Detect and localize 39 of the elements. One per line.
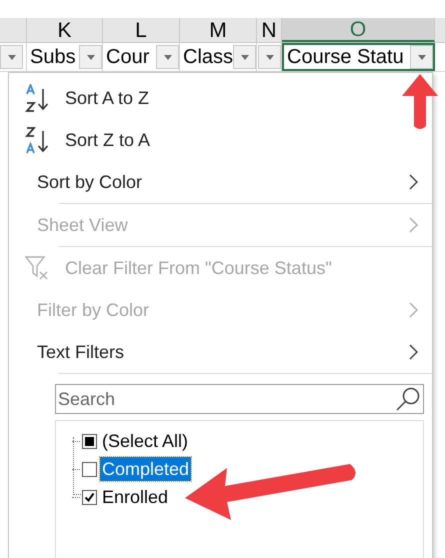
caret-icon: [418, 54, 426, 60]
dropdown-button[interactable]: [233, 45, 256, 69]
header-cell[interactable]: Course Statu: [282, 43, 435, 71]
checkbox[interactable]: [82, 434, 97, 448]
caret-icon: [266, 54, 274, 60]
dropdown-button[interactable]: [0, 45, 23, 69]
menu-item[interactable]: Sort by Color: [9, 161, 432, 203]
dropdown-button[interactable]: [410, 45, 433, 69]
menu-item[interactable]: Text Filters: [9, 331, 432, 373]
header-cell[interactable]: Subs: [27, 43, 103, 71]
chevron-right-icon: [409, 174, 418, 190]
search-icon: [395, 386, 421, 412]
value-item[interactable]: Completed: [100, 457, 192, 481]
column-header[interactable]: M: [180, 18, 257, 42]
pointer-arrow: [400, 74, 440, 132]
checkbox[interactable]: [82, 462, 97, 476]
value-item[interactable]: Enrolled: [100, 485, 170, 509]
checkbox[interactable]: [82, 490, 97, 504]
dropdown-button[interactable]: [79, 45, 102, 69]
value-item[interactable]: (Select All): [100, 429, 190, 453]
chevron-right-icon: [409, 217, 418, 233]
dropdown-button[interactable]: [156, 45, 179, 69]
column-header[interactable]: L: [103, 18, 180, 42]
search-field[interactable]: Search: [55, 384, 424, 414]
menu-item[interactable]: Sort A to Z: [9, 77, 432, 119]
menu-item[interactable]: Sort Z to A: [9, 119, 432, 161]
tree-line: [73, 437, 81, 495]
header-cell[interactable]: Class: [180, 43, 257, 71]
caret-icon: [240, 54, 248, 60]
chevron-right-icon: [409, 344, 418, 360]
clear-filter-icon: [25, 255, 49, 281]
chevron-right-icon: [409, 302, 418, 318]
caret-icon: [8, 54, 16, 60]
caret-icon: [164, 54, 172, 60]
caret-icon: [86, 54, 94, 60]
column-header[interactable]: K: [27, 18, 103, 42]
header-cell[interactable]: Cour: [103, 43, 180, 71]
column-header[interactable]: O: [282, 18, 435, 42]
header-cell[interactable]: [0, 43, 27, 71]
